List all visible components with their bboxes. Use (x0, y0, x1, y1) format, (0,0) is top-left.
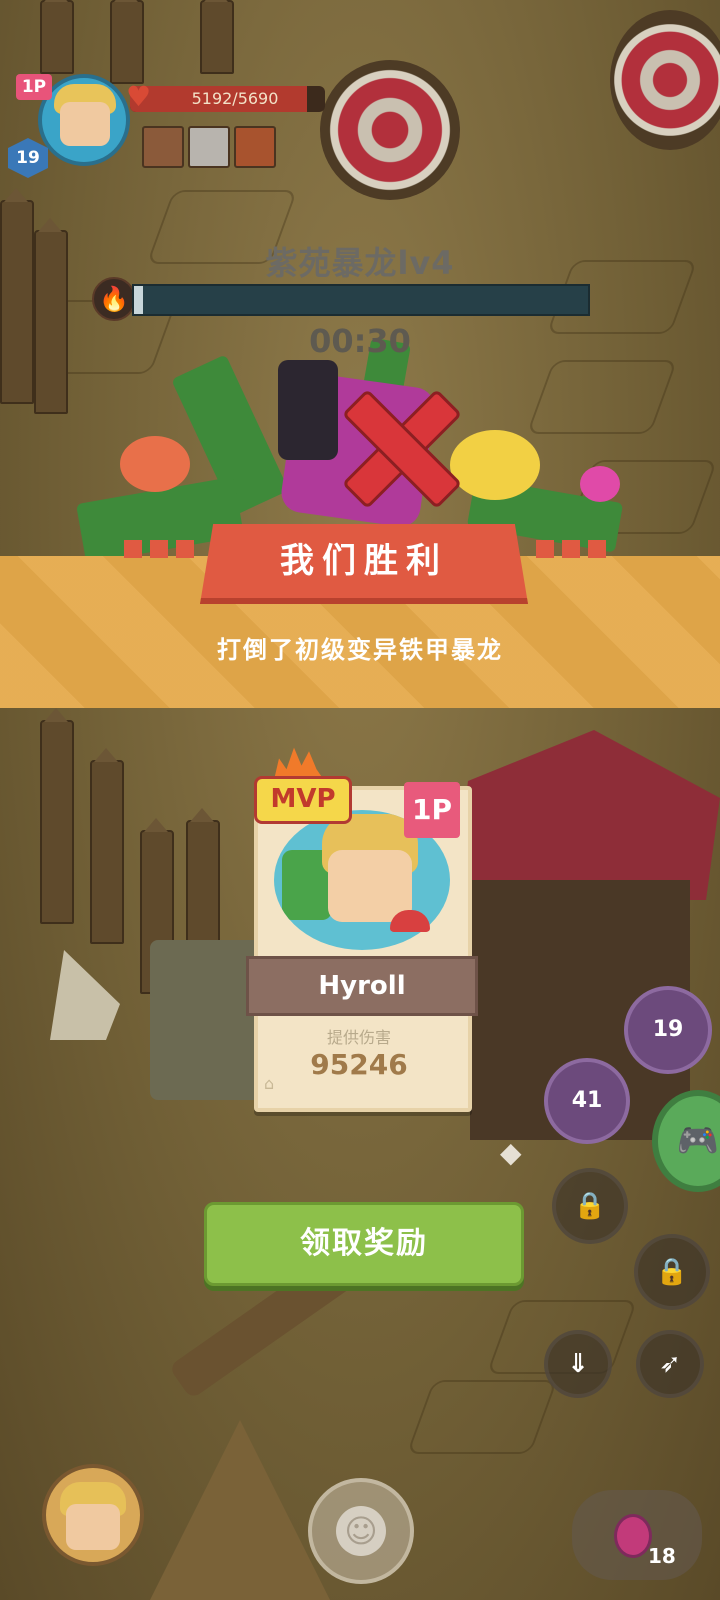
yellow-flower (450, 430, 540, 500)
fence-post (90, 748, 124, 944)
fence-post (40, 0, 74, 74)
skill-button-2[interactable]: 41 (544, 1058, 630, 1144)
ribbon-decoration (588, 540, 606, 558)
mvp-player-name: Hyroll (246, 956, 478, 1016)
victory-title: 我们胜利 (280, 541, 448, 581)
fence-post (40, 708, 74, 924)
claim-reward-button[interactable]: 领取奖励 (204, 1202, 524, 1286)
hp-text: 5192/5690 (191, 89, 279, 108)
potion-count: 18 (648, 1544, 676, 1568)
smiley-icon: ☺ (336, 1506, 386, 1556)
avatar-face (60, 102, 110, 146)
potion-icon (614, 1514, 652, 1558)
defeated-x-icon (334, 386, 454, 506)
fence-post (110, 0, 144, 84)
rock-pyramid (150, 1420, 330, 1600)
dodge-skill-icon[interactable]: ⇓ (544, 1330, 612, 1398)
buff-icon[interactable] (188, 126, 230, 168)
ribbon-decoration (536, 540, 554, 558)
bow-skill-icon[interactable]: ➶ (636, 1330, 704, 1398)
skill-1-cooldown: 19 (652, 1017, 684, 1042)
skill-2-cooldown: 41 (571, 1088, 603, 1113)
archery-target (320, 60, 460, 200)
emoji-button[interactable]: ☺ (308, 1478, 414, 1584)
player-avatar-bottom[interactable] (42, 1464, 144, 1566)
buff-icon[interactable] (142, 126, 184, 168)
lock-icon[interactable]: 🔒 (552, 1168, 628, 1244)
fence-post (0, 188, 34, 404)
skill-button-1[interactable]: 19 (624, 986, 712, 1074)
avatar-face (66, 1504, 120, 1550)
ribbon-decoration (176, 540, 194, 558)
damage-label: 提供伤害 (326, 1028, 391, 1047)
hut-roof (454, 730, 720, 900)
ground-tile (526, 360, 678, 434)
rock (50, 950, 120, 1040)
player-slot-badge: 1P (16, 74, 52, 100)
expand-arrow-icon[interactable]: ◆ (500, 1136, 522, 1169)
fire-icon: 🔥 (92, 277, 136, 321)
archery-target (610, 10, 720, 150)
boss-health-bar (132, 284, 590, 316)
victory-subtitle: 打倒了初级变异铁甲暴龙 (217, 636, 503, 664)
mvp-badge: MVP (254, 776, 352, 824)
mvp-player-slot-badge: 1P (404, 782, 460, 838)
home-icon: ⌂ (264, 1074, 275, 1093)
orange-flower (120, 436, 190, 492)
ribbon-decoration (150, 540, 168, 558)
pink-flower (580, 466, 620, 502)
fence-post (200, 0, 234, 74)
boss-armor (278, 360, 338, 460)
boss-health-fill (134, 286, 144, 314)
ground-tile (406, 1380, 558, 1454)
damage-value: 95246 (310, 1048, 408, 1081)
ribbon-decoration (562, 540, 580, 558)
buff-icon[interactable] (234, 126, 276, 168)
ribbon-decoration (124, 540, 142, 558)
lock-icon[interactable]: 🔒 (634, 1234, 710, 1310)
